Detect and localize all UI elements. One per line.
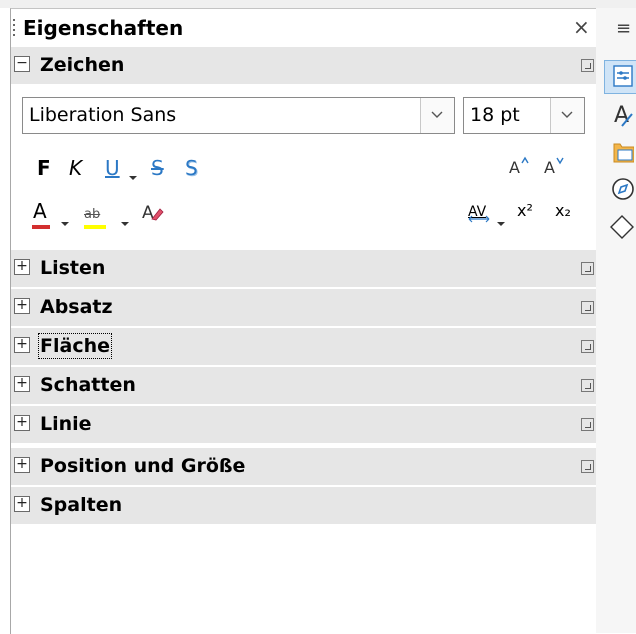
sidebar-tab-bar: ≡ A [596,8,636,633]
highlight-color-button[interactable]: ab [84,199,106,229]
navigator-icon[interactable] [604,174,636,206]
styles-icon[interactable]: A [604,98,636,130]
underline-button[interactable]: U [105,156,120,180]
grow-font-button[interactable]: A [508,155,530,182]
expand-icon[interactable]: + [14,337,30,353]
italic-button[interactable]: K [69,156,82,180]
expand-icon[interactable]: + [14,496,30,512]
spacing-dropdown-icon[interactable] [496,208,506,232]
section-label: Listen [40,257,106,279]
section-linie[interactable]: + Linie [11,406,596,443]
section-position-und-groesse[interactable]: + Position und Größe [11,448,596,485]
hamburger-menu-icon[interactable]: ≡ [616,18,631,39]
character-spacing-button[interactable]: AV [468,197,490,223]
font-name-combo[interactable]: Liberation Sans [22,97,455,134]
highlight-dropdown-icon[interactable] [120,208,130,232]
section-absatz[interactable]: + Absatz [11,289,596,326]
drag-handle[interactable] [13,19,16,39]
shrink-font-button[interactable]: A [543,155,565,182]
more-options-icon[interactable] [581,301,594,314]
section-label: Absatz [40,296,113,318]
properties-icon[interactable] [604,60,636,94]
clear-formatting-button[interactable]: A [141,199,165,228]
expand-icon[interactable]: + [14,415,30,431]
section-label: Position und Größe [40,455,246,477]
superscript-button[interactable]: x² [517,201,533,220]
expand-icon[interactable]: + [14,298,30,314]
highlight-label: ab [84,207,101,222]
section-listen[interactable]: + Listen [11,250,596,287]
expand-icon[interactable]: + [14,376,30,392]
section-label: Fläche [38,333,112,359]
expand-icon[interactable]: + [14,457,30,473]
subscript-button[interactable]: x₂ [555,201,571,220]
panel-title-bar: Eigenschaften × [11,9,596,47]
chevron-down-icon[interactable] [550,98,584,133]
shapes-icon[interactable] [604,212,636,244]
more-options-icon[interactable] [581,59,594,72]
section-label: Schatten [40,374,136,396]
strikethrough-button[interactable]: S [151,156,164,180]
section-label: Linie [40,413,92,435]
section-label: Zeichen [40,54,125,76]
svg-text:A: A [142,203,154,223]
more-options-icon[interactable] [581,418,594,431]
panel-title: Eigenschaften [23,16,184,40]
gallery-icon[interactable] [604,136,636,168]
shadow-button[interactable]: S [185,156,198,180]
expand-icon[interactable]: + [14,259,30,275]
font-size-value: 18 pt [470,104,520,126]
svg-text:A: A [544,158,555,177]
highlight-color-bar [84,225,106,229]
properties-panel: Eigenschaften × − Zeichen Liberation San… [10,8,596,634]
section-flaeche[interactable]: + Fläche [11,328,596,365]
section-schatten[interactable]: + Schatten [11,367,596,404]
bold-button[interactable]: F [37,156,51,180]
section-spalten[interactable]: + Spalten [11,487,596,524]
font-color-label: A [33,199,47,223]
close-icon[interactable]: × [573,15,590,39]
underline-dropdown-icon[interactable] [128,162,138,186]
font-size-combo[interactable]: 18 pt [463,97,585,134]
more-options-icon[interactable] [581,460,594,473]
font-color-bar [32,225,50,229]
collapse-icon[interactable]: − [14,56,30,72]
window-top-edge [0,0,636,8]
font-color-button[interactable]: A [32,199,50,229]
font-name-value: Liberation Sans [29,104,177,126]
more-options-icon[interactable] [581,262,594,275]
svg-text:A: A [614,103,629,128]
font-color-dropdown-icon[interactable] [60,208,70,232]
section-zeichen[interactable]: − Zeichen [11,47,596,84]
svg-text:A: A [509,158,520,177]
section-label: Spalten [40,494,123,516]
more-options-icon[interactable] [581,379,594,392]
chevron-down-icon[interactable] [420,98,454,133]
more-options-icon[interactable] [581,340,594,353]
